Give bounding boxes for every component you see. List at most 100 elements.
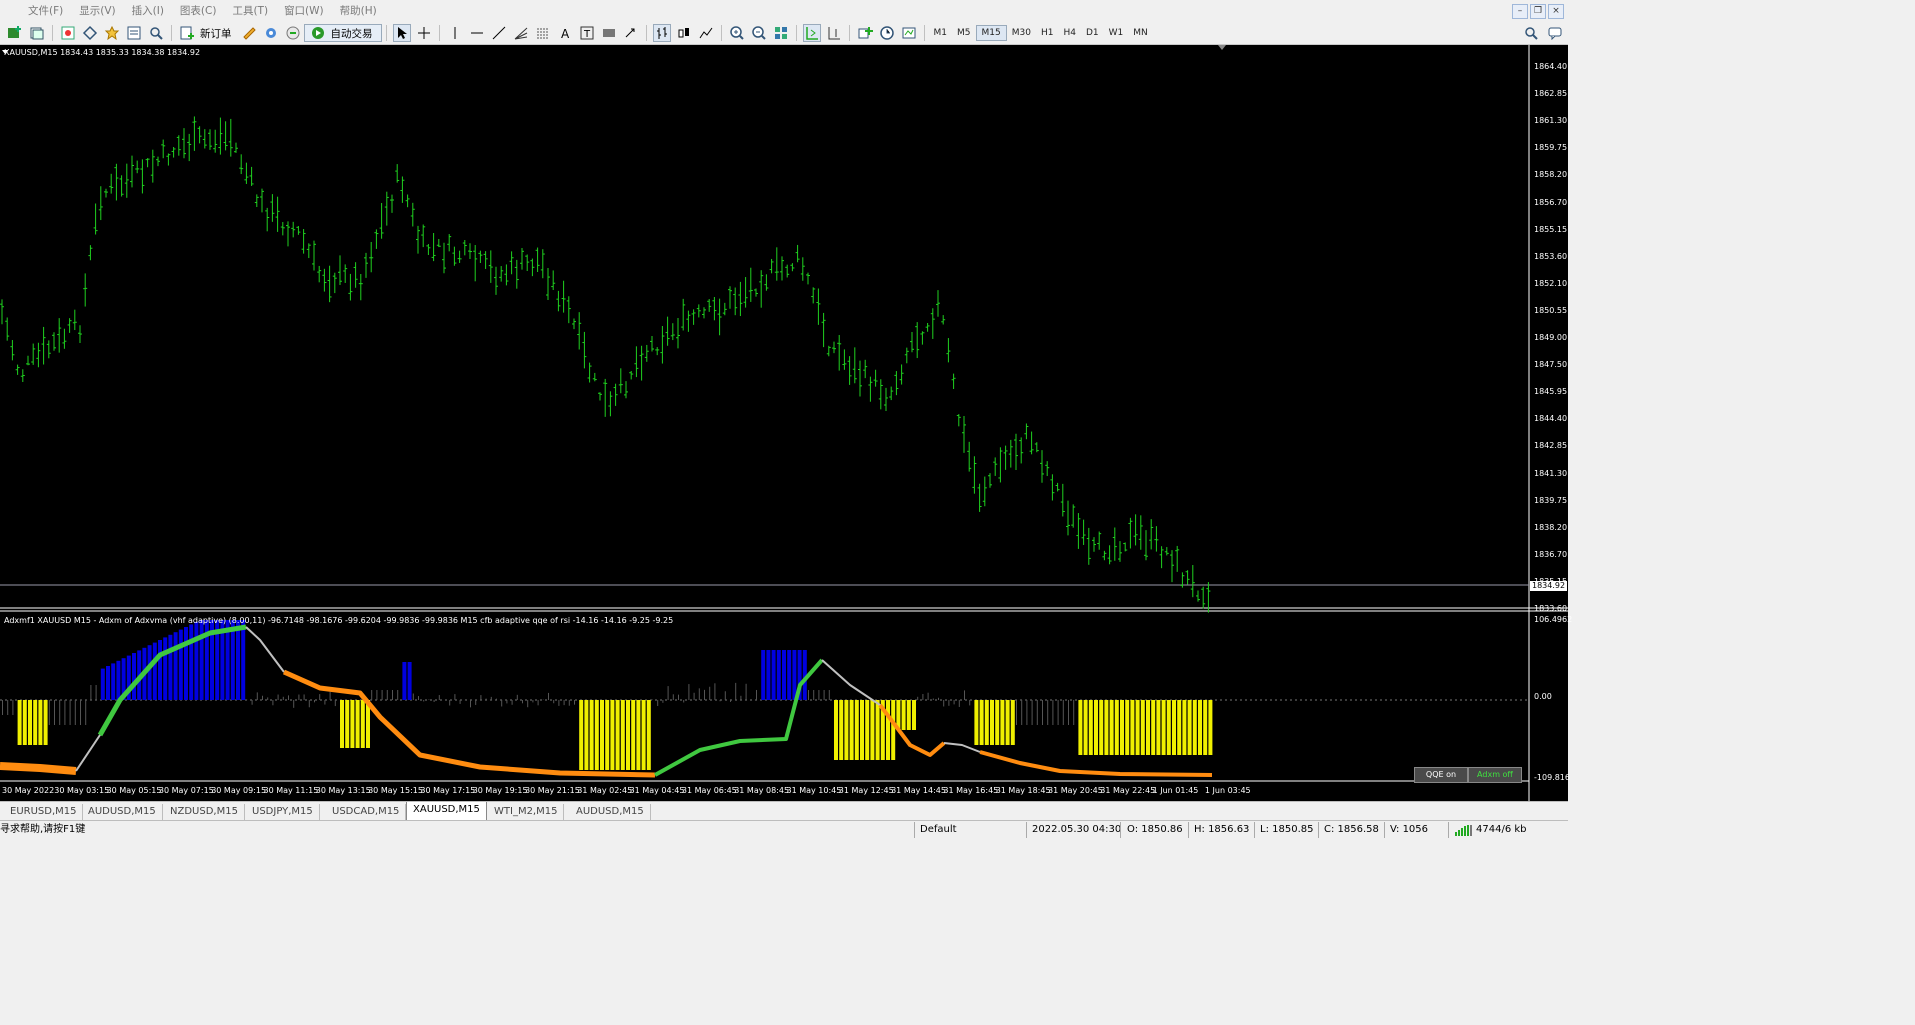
histogram-bar (355, 700, 360, 748)
tester-icon[interactable] (148, 25, 164, 41)
navigator-icon[interactable] (104, 25, 120, 41)
timeframe-button-h1[interactable]: H1 (1036, 26, 1059, 40)
signals-icon[interactable] (263, 25, 279, 41)
new-chart-icon[interactable] (7, 25, 23, 41)
timeframe-button-m5[interactable]: M5 (952, 26, 976, 40)
histogram-bar (1052, 700, 1054, 725)
channel-icon[interactable] (535, 25, 551, 41)
status-low: L: 1850.85 (1260, 824, 1314, 835)
search-icon[interactable] (1524, 26, 1538, 43)
timeframe-button-h4[interactable]: H4 (1058, 26, 1081, 40)
chart-area[interactable]: XAUUSD,M15 1834.43 1835.33 1834.38 1834.… (0, 45, 1572, 801)
profiles-icon[interactable] (29, 25, 45, 41)
text-icon[interactable]: A (557, 25, 573, 41)
histogram-bar (1088, 700, 1093, 755)
chart-tab[interactable]: AUDUSD,M15 (82, 804, 163, 820)
metaeditor-icon[interactable] (241, 25, 257, 41)
chart-tab[interactable]: NZDUSD,M15 (164, 804, 245, 820)
histogram-bar (43, 700, 48, 745)
timeframe-button-m15[interactable]: M15 (975, 25, 1007, 41)
adxm-toggle-button[interactable]: Adxm off (1468, 767, 1522, 783)
text-label-icon[interactable]: T (579, 25, 595, 41)
crosshair-icon[interactable] (416, 25, 432, 41)
time-axis-label: 31 May 22:45 (1100, 786, 1156, 795)
timeframe-button-m1[interactable]: M1 (929, 26, 953, 40)
rectangle-icon[interactable] (601, 25, 617, 41)
histogram-bar (828, 690, 830, 700)
timeframe-button-m30[interactable]: M30 (1007, 26, 1036, 40)
histogram-bar (974, 700, 979, 745)
auto-trading-button[interactable]: 自动交易 (303, 24, 382, 42)
histogram-bar (548, 692, 549, 700)
histogram-bar (28, 700, 32, 745)
fan-icon[interactable] (513, 25, 529, 41)
restore-icon[interactable]: ❐ (1530, 4, 1546, 19)
menu-item[interactable]: 工具(T) (224, 4, 276, 18)
new-order-label: 新订单 (200, 27, 232, 40)
chart-title: XAUUSD,M15 1834.43 1835.33 1834.38 1834.… (4, 48, 201, 57)
templates-icon[interactable] (901, 25, 917, 41)
histogram-bar (324, 700, 326, 705)
menu-item[interactable]: 显示(V) (71, 4, 123, 18)
chart-canvas[interactable] (0, 45, 1568, 801)
candlestick-icon[interactable] (676, 25, 692, 41)
chart-tab[interactable]: USDCAD,M15 (326, 804, 407, 820)
tile-windows-icon[interactable] (773, 25, 789, 41)
toolbar-separator (720, 25, 722, 41)
histogram-bar (776, 650, 781, 700)
indicator-axis-zero: 0.00 (1534, 692, 1552, 701)
histogram-bar (1172, 700, 1176, 755)
menu-item[interactable]: 窗口(W) (276, 4, 332, 18)
cursor-icon[interactable] (392, 24, 411, 42)
timeframe-button-d1[interactable]: D1 (1081, 26, 1104, 40)
minimize-icon[interactable]: – (1512, 4, 1528, 19)
chart-tab[interactable]: USDJPY,M15 (246, 804, 320, 820)
auto-scroll-icon[interactable] (802, 24, 821, 42)
price-axis-label: 1850.55 (1534, 305, 1568, 315)
menu-item[interactable]: 文件(F) (20, 4, 71, 18)
qqe-toggle-button[interactable]: QQE on (1414, 767, 1468, 783)
histogram-bar (2, 700, 3, 715)
histogram-bar (350, 700, 355, 748)
new-order-button[interactable]: 新订单 (176, 25, 238, 41)
histogram-bar (59, 700, 61, 725)
menu-item[interactable]: 帮助(H) (332, 4, 385, 18)
histogram-bar (1005, 700, 1010, 745)
time-axis-label: 31 May 14:45 (891, 786, 946, 795)
zoom-out-icon[interactable] (751, 25, 767, 41)
connection-icon[interactable] (1455, 825, 1473, 839)
market-watch-icon[interactable] (60, 25, 76, 41)
horizontal-line-icon[interactable] (469, 25, 485, 41)
menu-item[interactable]: 插入(I) (124, 4, 172, 18)
menu-item[interactable]: 图表(C) (172, 4, 225, 18)
timeframe-button-w1[interactable]: W1 (1104, 26, 1129, 40)
close-icon[interactable]: × (1548, 4, 1564, 19)
market-icon[interactable] (285, 25, 301, 41)
time-axis-label: 31 May 12:45 (838, 786, 894, 795)
data-window-icon[interactable] (82, 25, 98, 41)
chart-shift-icon[interactable] (826, 25, 842, 41)
terminal-icon[interactable] (126, 25, 142, 41)
zoom-in-icon[interactable] (729, 25, 745, 41)
timeframe-button-mn[interactable]: MN (1128, 26, 1153, 40)
chart-menu-arrow-icon[interactable] (2, 50, 8, 54)
chart-tab[interactable]: WTI_M2,M15 (488, 804, 565, 820)
line-chart-icon[interactable] (698, 25, 714, 41)
histogram-bar (1135, 700, 1140, 755)
vertical-line-icon[interactable] (447, 25, 463, 41)
bar-chart-icon[interactable] (652, 24, 671, 42)
chart-shift-marker[interactable] (1218, 45, 1226, 50)
chart-tab[interactable]: AUDUSD,M15 (570, 804, 651, 820)
chat-icon[interactable] (1548, 26, 1562, 43)
histogram-bar (381, 690, 383, 700)
histogram-bar (1120, 700, 1124, 755)
periods-icon[interactable] (879, 25, 895, 41)
indicators-icon[interactable] (857, 25, 873, 41)
histogram-bar (1192, 700, 1197, 755)
trendline-icon[interactable] (491, 25, 507, 41)
chart-tab[interactable]: XAUUSD,M15 (406, 802, 487, 821)
status-profile[interactable]: Default (920, 823, 957, 837)
arrows-icon[interactable] (623, 25, 639, 41)
chart-tab[interactable]: EURUSD,M15 (4, 804, 84, 820)
new-order-icon (179, 25, 195, 41)
